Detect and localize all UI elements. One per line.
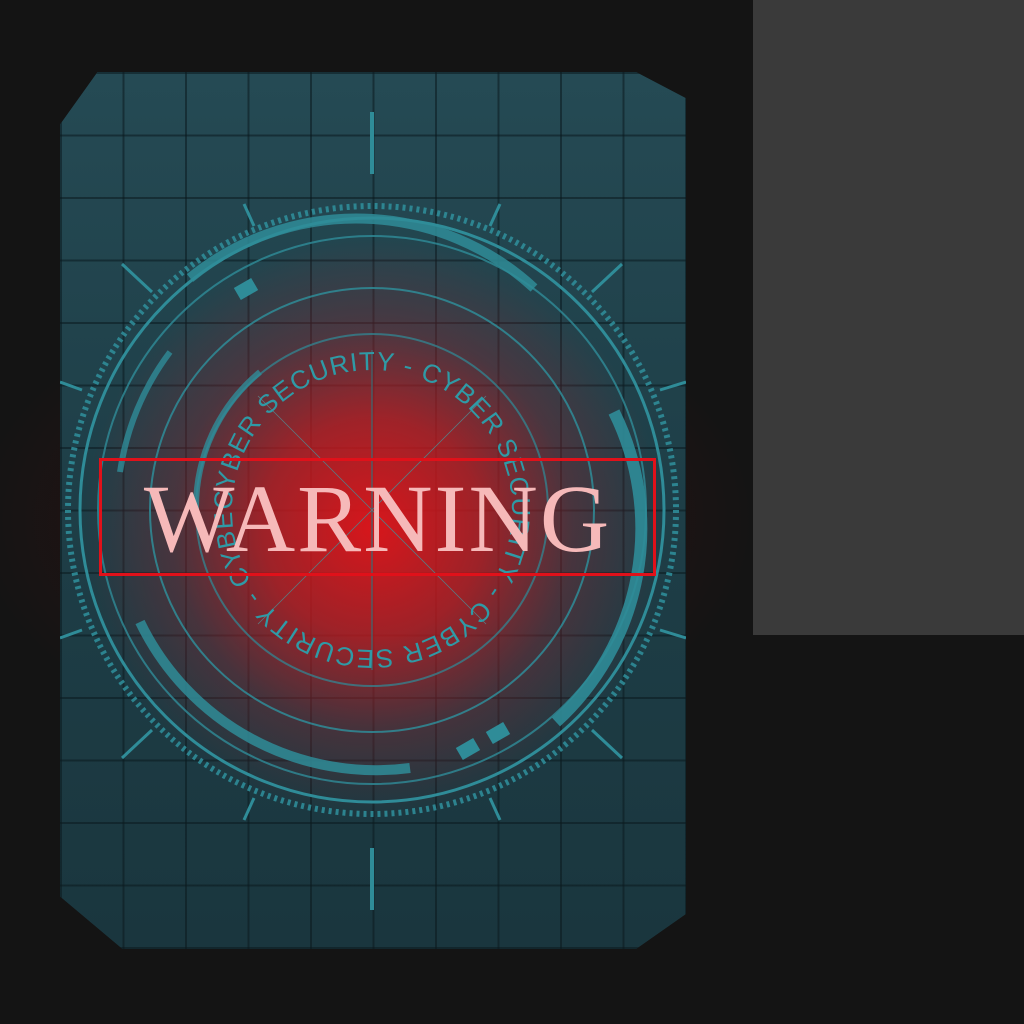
side-panel: [753, 0, 1024, 635]
warning-label: WARNING: [143, 465, 612, 572]
warning-banner: WARNING: [99, 458, 656, 576]
stage: CYBER SECURITY - CYBER SECURITY - CYBER …: [0, 0, 1024, 1024]
ring-text: CYBER SECURITY - CYBER SECURITY - CYBER …: [60, 218, 536, 674]
